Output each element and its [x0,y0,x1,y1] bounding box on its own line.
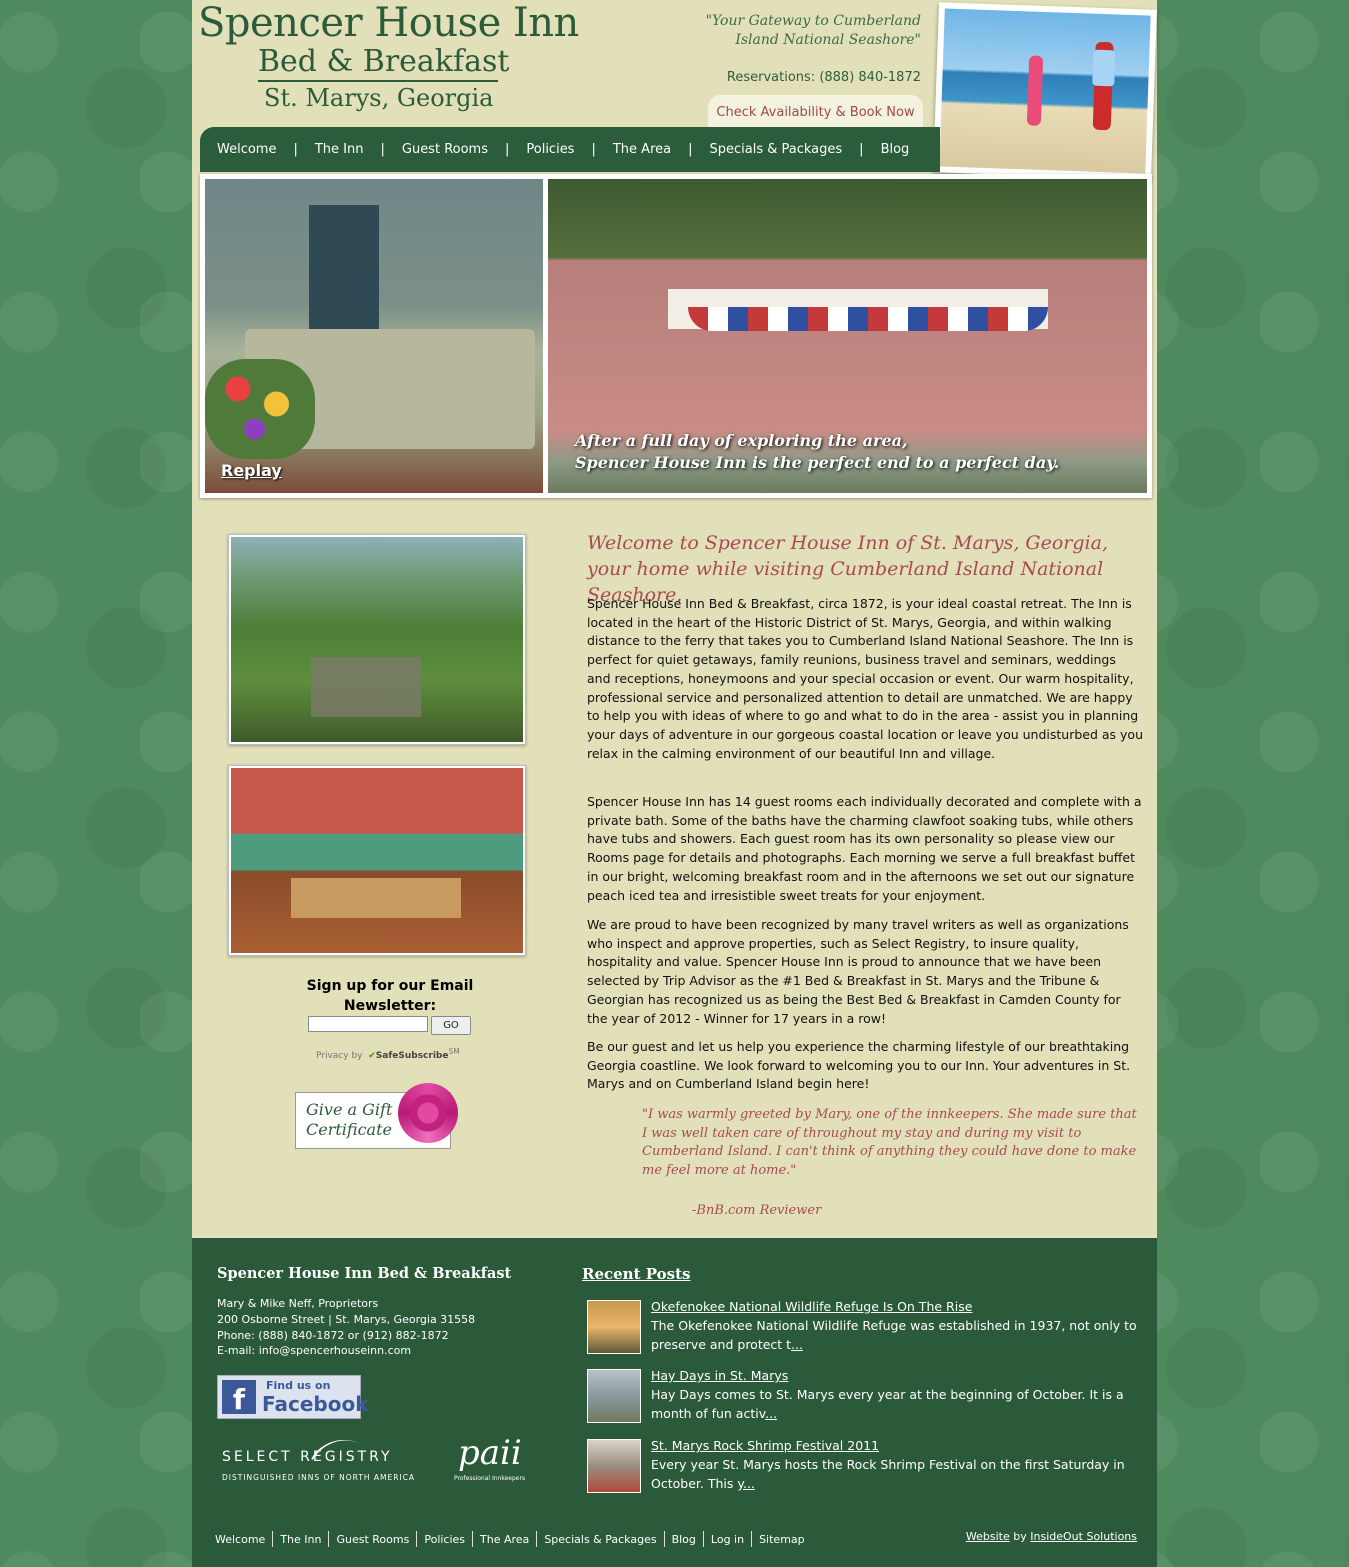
gift-line2: Certificate [306,1120,392,1139]
hero-caption: After a full day of exploring the area, … [575,430,1059,474]
safesubscribe-brand: SafeSubscribe [375,1051,449,1061]
select-registry-subtext: DISTINGUISHED INNS OF NORTH AMERICA [222,1473,416,1482]
intro-paragraph-1: Spencer House Inn Bed & Breakfast, circa… [587,596,1143,761]
nav-specials[interactable]: Specials & Packages [692,142,859,157]
post-title-link[interactable]: Okefenokee National Wildlife Refuge Is O… [651,1299,972,1314]
footer-nav-sitemap[interactable]: Sitemap [752,1533,812,1546]
footer-nav-blog[interactable]: Blog [665,1533,703,1546]
footer-email[interactable]: E-mail: info@spencerhouseinn.com [217,1344,411,1357]
flowers-shape [205,359,315,459]
footer-nav-welcome[interactable]: Welcome [208,1533,272,1546]
recent-post-item: Okefenokee National Wildlife Refuge Is O… [587,1299,1147,1360]
footer-title: Spencer House Inn Bed & Breakfast [217,1265,512,1282]
nav-policies[interactable]: Policies [509,142,591,157]
door-shape [309,205,379,345]
footer-nav: Welcome The Inn Guest Rooms Policies The… [208,1531,812,1547]
read-more-link[interactable]: ... [743,1476,755,1491]
read-more-link[interactable]: ... [765,1406,777,1421]
select-registry-logo[interactable]: SELECT REGISTRY DISTINGUISHED INNS OF NO… [222,1426,432,1493]
gift-certificate-button[interactable]: Give a Gift Certificate [295,1083,458,1149]
intro-paragraph-3: We are proud to have been recognized by … [587,917,1129,1026]
post-title-link[interactable]: St. Marys Rock Shrimp Festival 2011 [651,1438,879,1453]
recent-post-item: St. Marys Rock Shrimp Festival 2011 Ever… [587,1438,1147,1499]
gift-bow-icon [398,1083,458,1143]
gift-line1: Give a Gift [306,1100,393,1119]
check-icon: ✔ [365,1051,376,1061]
footer-nav-login[interactable]: Log in [704,1533,751,1546]
post-title-link[interactable]: Hay Days in St. Marys [651,1368,788,1383]
reservations-phone: Reservations: (888) 840-1872 [726,70,921,85]
privacy-prefix: Privacy by [316,1051,363,1061]
post-excerpt: The Okefenokee National Wildlife Refuge … [651,1318,1137,1352]
nav-the-inn[interactable]: The Inn [298,142,381,157]
intro-paragraph-2: Spencer House Inn has 14 guest rooms eac… [587,794,1142,903]
hero-caption-line2: Spencer House Inn is the perfect end to … [575,453,1060,472]
nav-the-area[interactable]: The Area [596,142,688,157]
logo-divider [258,80,498,82]
replay-button[interactable]: Replay [221,461,282,480]
hero-slideshow: Replay After a full day of exploring the… [200,174,1152,498]
newsletter-go-button[interactable]: GO [431,1016,471,1035]
service-mark: SM [448,1047,460,1056]
footer-nav-the-area[interactable]: The Area [473,1533,536,1546]
newsletter-email-input[interactable] [308,1016,428,1032]
nav-welcome[interactable]: Welcome [200,142,293,157]
beach-couple-photo [933,2,1157,180]
testimonial-author: -BnB.com Reviewer [692,1203,822,1218]
hero-caption-line1: After a full day of exploring the area, [575,431,908,450]
site-credit: Website by InsideOut Solutions [966,1530,1137,1543]
recent-posts-heading[interactable]: Recent Posts [582,1265,690,1283]
credit-company-link[interactable]: InsideOut Solutions [1030,1530,1137,1543]
privacy-safesubscribe[interactable]: Privacy by ✔SafeSubscribeSM [316,1047,460,1061]
ruins-shape [311,657,421,717]
beach-image [939,8,1151,174]
nav-guest-rooms[interactable]: Guest Rooms [385,142,505,157]
woman-figure [1026,55,1044,126]
paii-text: paii [458,1433,522,1473]
flag-bunting [688,307,1048,331]
facebook-line2: Facebook [262,1392,369,1416]
footer-phone: Phone: (888) 840-1872 or (912) 882-1872 [217,1329,449,1342]
footer-nav-specials[interactable]: Specials & Packages [537,1533,663,1546]
footer-nav-policies[interactable]: Policies [417,1533,472,1546]
guest-room-photo: Replay [205,179,543,493]
footer-address: 200 Osborne Street | St. Marys, Georgia … [217,1313,476,1326]
intro-paragraph-4: Be our guest and let us help you experie… [587,1039,1131,1092]
aerial-island-photo [228,534,526,745]
facebook-line1: Find us on [266,1379,331,1392]
nav-blog[interactable]: Blog [864,142,927,157]
read-more-link[interactable]: ... [791,1337,803,1352]
facebook-badge[interactable]: f Find us on Facebook [217,1375,369,1419]
footer-proprietors: Mary & Mike Neff, Proprietors [217,1297,379,1310]
newsletter-title: Sign up for our Email Newsletter: [306,978,474,1014]
post-thumbnail[interactable] [587,1369,641,1423]
paii-subtext: Professional Innkeepers [454,1475,526,1482]
post-excerpt: Every year St. Marys hosts the Rock Shri… [651,1457,1125,1491]
footer-nav-the-inn[interactable]: The Inn [273,1533,328,1546]
main-nav: Welcome | The Inn | Guest Rooms | Polici… [200,127,940,172]
recent-post-item: Hay Days in St. Marys Hay Days comes to … [587,1368,1147,1429]
credit-by: by [1009,1530,1031,1543]
logo-location[interactable]: St. Marys, Georgia [264,84,493,112]
paii-logo[interactable]: paii Professional Innkeepers [450,1433,550,1493]
post-excerpt: Hay Days comes to St. Marys every year a… [651,1387,1124,1421]
facebook-icon: f [222,1380,256,1416]
select-registry-text: SELECT REGISTRY [222,1449,393,1465]
logo-subtitle[interactable]: Bed & Breakfast [258,44,509,79]
content-panel: Spencer House Inn Bed & Breakfast St. Ma… [192,0,1157,1235]
credit-website-link[interactable]: Website [966,1530,1010,1543]
dining-room-photo [228,765,526,956]
page-container: Spencer House Inn Bed & Breakfast St. Ma… [192,0,1157,1567]
footer-nav-guest-rooms[interactable]: Guest Rooms [329,1533,416,1546]
header-tagline: "Your Gateway to Cumberland Island Natio… [705,13,921,48]
post-thumbnail[interactable] [587,1300,641,1354]
man-figure [1092,41,1116,131]
book-now-button[interactable]: Check Availability & Book Now [708,95,923,129]
logo-title[interactable]: Spencer House Inn [198,0,579,46]
footer: Spencer House Inn Bed & Breakfast Mary &… [192,1235,1157,1567]
testimonial-quote: "I was warmly greeted by Mary, one of th… [642,1107,1137,1179]
post-thumbnail[interactable] [587,1439,641,1493]
table-shape [291,878,461,918]
